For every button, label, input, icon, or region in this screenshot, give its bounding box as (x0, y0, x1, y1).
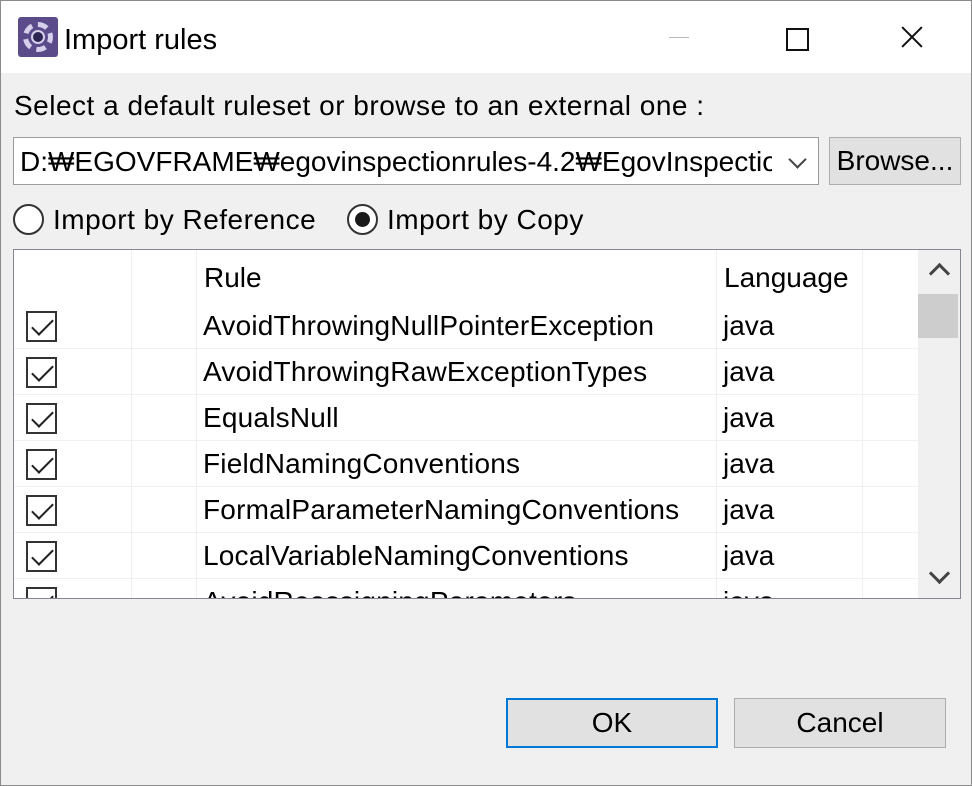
rule-checkbox[interactable] (26, 449, 57, 480)
column-header-rule[interactable]: Rule (196, 250, 716, 306)
rule-checkbox[interactable] (26, 403, 57, 434)
scroll-down-arrow-icon[interactable] (918, 558, 960, 598)
rule-name: AvoidReassigningParameters (203, 584, 577, 598)
window-title: Import rules (64, 24, 218, 56)
title-bar[interactable]: Import rules (1, 1, 971, 73)
table-row[interactable]: LocalVariableNamingConventions java (14, 533, 918, 579)
rule-name: LocalVariableNamingConventions (203, 540, 629, 571)
rule-checkbox[interactable] (26, 357, 57, 388)
rule-name: FieldNamingConventions (203, 448, 521, 479)
rule-language: java (723, 494, 775, 525)
close-button[interactable] (855, 1, 967, 73)
ruleset-path-value[interactable]: D:₩EGOVFRAME₩egovinspectionrules-4.2₩Ego… (20, 145, 772, 179)
rule-checkbox[interactable] (26, 311, 57, 342)
table-row[interactable]: FieldNamingConventions java (14, 441, 918, 487)
cancel-button[interactable]: Cancel (734, 698, 946, 748)
ok-button[interactable]: OK (506, 698, 718, 748)
table-row[interactable]: EqualsNull java (14, 395, 918, 441)
browse-button[interactable]: Browse... (829, 137, 961, 185)
radio-label[interactable]: Import by Copy (387, 203, 584, 237)
rule-checkbox[interactable] (26, 587, 57, 598)
rule-language: java (723, 584, 774, 598)
vertical-scrollbar[interactable] (918, 250, 960, 598)
rule-checkbox[interactable] (26, 495, 57, 526)
rules-table: Rule Language AvoidThrowingNullPointerEx… (13, 249, 961, 599)
ruleset-path-combo[interactable]: D:₩EGOVFRAME₩egovinspectionrules-4.2₩Ego… (13, 137, 819, 185)
rule-language: java (723, 448, 775, 479)
maximize-button[interactable] (739, 1, 851, 73)
column-header-check[interactable] (14, 250, 132, 306)
import-by-copy-radio[interactable]: Import by Copy (347, 202, 627, 238)
eclipse-gear-icon (18, 17, 58, 57)
column-header-language[interactable]: Language (716, 250, 862, 306)
chevron-down-icon[interactable] (788, 150, 807, 169)
import-by-reference-radio[interactable]: Import by Reference (13, 202, 343, 238)
table-header: Rule Language (14, 250, 918, 306)
table-row[interactable]: AvoidThrowingNullPointerException java (14, 303, 918, 349)
scroll-thumb[interactable] (918, 294, 958, 338)
radio-circle[interactable] (347, 204, 378, 235)
table-row[interactable]: AvoidReassigningParameters java (14, 579, 918, 598)
rule-name: AvoidThrowingRawExceptionTypes (203, 356, 648, 387)
column-header-blank[interactable] (132, 250, 196, 306)
scroll-up-arrow-icon[interactable] (918, 250, 960, 290)
rule-language: java (723, 540, 775, 571)
rule-name: EqualsNull (203, 402, 339, 433)
import-rules-dialog: Import rules Select a default ruleset or… (0, 0, 972, 786)
table-row[interactable]: FormalParameterNamingConventions java (14, 487, 918, 533)
rule-language: java (723, 402, 775, 433)
minimize-button[interactable] (623, 1, 735, 73)
ruleset-prompt-label: Select a default ruleset or browse to an… (14, 90, 705, 121)
rule-language: java (723, 310, 775, 341)
rule-language: java (723, 356, 775, 387)
radio-circle[interactable] (13, 204, 44, 235)
rule-name: FormalParameterNamingConventions (203, 494, 680, 525)
rule-checkbox[interactable] (26, 541, 57, 572)
radio-label[interactable]: Import by Reference (53, 203, 316, 237)
rule-name: AvoidThrowingNullPointerException (203, 310, 655, 341)
table-row[interactable]: AvoidThrowingRawExceptionTypes java (14, 349, 918, 395)
